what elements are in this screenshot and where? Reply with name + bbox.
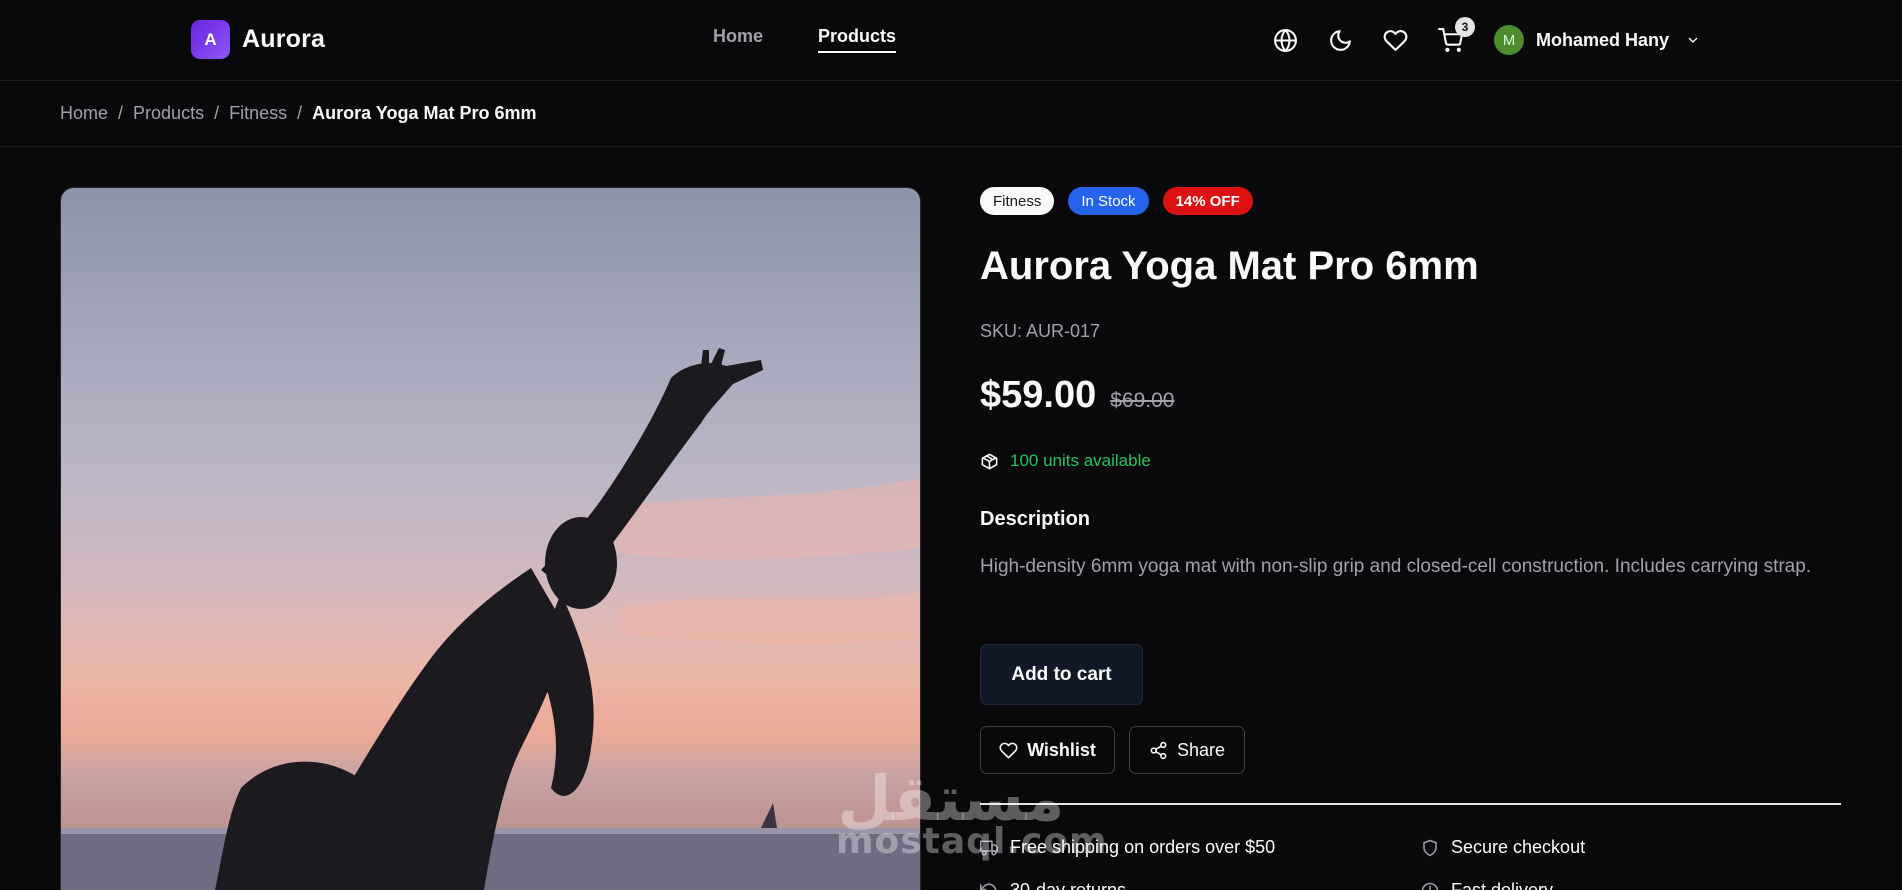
package-icon [981, 453, 998, 469]
heart-icon [999, 742, 1018, 758]
breadcrumb-current: Aurora Yoga Mat Pro 6mm [312, 103, 537, 123]
user-menu-button[interactable]: M Mohamed Hany [1494, 25, 1701, 55]
brand-link[interactable]: A Aurora [191, 20, 325, 59]
availability-text: 100 units available [1010, 451, 1151, 470]
brand-logo: A [191, 20, 230, 59]
feature-secure-checkout: Secure checkout [1421, 837, 1585, 858]
cart-count-badge: 3 [1455, 17, 1475, 37]
feature-text: Free shipping on orders over $50 [1010, 837, 1276, 857]
breadcrumb-products[interactable]: Products [133, 103, 204, 124]
language-button[interactable] [1270, 22, 1300, 58]
user-name: Mohamed Hany [1536, 29, 1670, 50]
add-to-cart-button[interactable]: Add to cart [980, 644, 1143, 705]
moon-icon [1329, 29, 1351, 51]
shield-icon [1423, 839, 1437, 856]
discount-badge: 14% OFF [1162, 187, 1253, 215]
stock-badge: In Stock [1068, 187, 1149, 215]
breadcrumb-separator: / [214, 103, 220, 123]
wishlist-label: Wishlist [1027, 739, 1096, 760]
rotate-icon [980, 883, 997, 890]
share-label: Share [1176, 739, 1226, 760]
feature-text: 30-day returns [1010, 880, 1127, 890]
theme-toggle-button[interactable] [1325, 22, 1355, 58]
avatar: M [1494, 25, 1524, 55]
feature-fast-delivery: Fast delivery [1421, 880, 1553, 890]
availability: 100 units available [980, 451, 1151, 471]
breadcrumb-separator: / [297, 103, 303, 123]
description-heading: Description [980, 508, 1091, 530]
yoga-silhouette-illustration [61, 348, 920, 890]
feature-text: Secure checkout [1451, 837, 1586, 857]
breadcrumb-home[interactable]: Home [60, 103, 108, 124]
clock-icon [1421, 882, 1439, 890]
header-actions: 3 M Mohamed Hany [1270, 17, 1701, 58]
share-icon [1150, 741, 1167, 759]
description-text: High-density 6mm yoga mat with non-slip … [980, 556, 1812, 577]
price-block: $59.00 $69.00 [980, 374, 1174, 417]
breadcrumb-fitness[interactable]: Fitness [229, 103, 287, 124]
feature-returns: 30-day returns [980, 880, 1126, 890]
main-nav: Home Products [713, 26, 897, 53]
feature-free-shipping: Free shipping on orders over $50 [980, 837, 1275, 858]
breadcrumb-separator: / [118, 103, 124, 123]
breadcrumb-bar: Home / Products / Fitness / Aurora Yoga … [0, 81, 1902, 147]
feature-text: Fast delivery [1451, 880, 1554, 890]
truck-icon [980, 840, 998, 855]
original-price: $69.00 [1110, 389, 1175, 412]
globe-icon [1273, 28, 1297, 52]
product-badges: Fitness In Stock 14% OFF [980, 187, 1253, 215]
chevron-down-icon [1688, 37, 1698, 43]
breadcrumb: Home / Products / Fitness / Aurora Yoga … [60, 103, 537, 124]
section-divider [980, 803, 1841, 805]
product-image [60, 187, 921, 890]
share-button[interactable]: Share [1129, 726, 1245, 774]
brand-name: Aurora [242, 25, 326, 53]
wishlist-header-button[interactable] [1380, 22, 1410, 58]
nav-products-link[interactable]: Products [818, 26, 897, 53]
top-navigation-bar: A Aurora Home Products 3 M Mohamed Hany [0, 0, 1902, 81]
cart-button[interactable]: 3 [1435, 17, 1475, 58]
product-sku: SKU: AUR-017 [980, 321, 1101, 341]
current-price: $59.00 [980, 374, 1097, 416]
product-title: Aurora Yoga Mat Pro 6mm [980, 244, 1479, 288]
wishlist-button[interactable]: Wishlist [980, 726, 1115, 774]
heart-icon [1383, 29, 1407, 51]
nav-home-link[interactable]: Home [713, 26, 763, 53]
category-badge: Fitness [980, 187, 1055, 215]
